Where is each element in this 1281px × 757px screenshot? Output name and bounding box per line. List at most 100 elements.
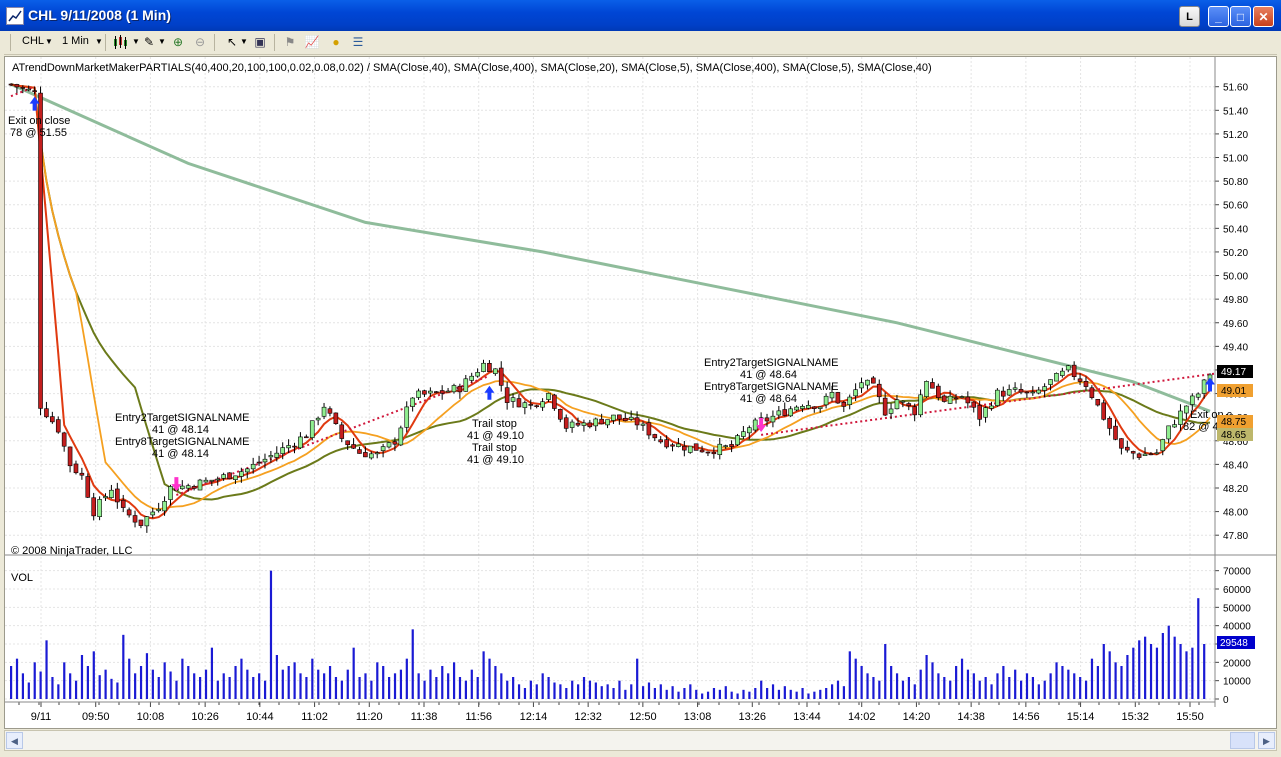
volume-bar (760, 680, 763, 699)
candle-body (79, 472, 85, 476)
volume-bar (895, 673, 899, 699)
instrument-selector[interactable]: CHL (22, 35, 44, 47)
strategies-icon[interactable]: ⚑ (282, 35, 298, 50)
chart-app-icon (6, 7, 24, 25)
volume-bar (110, 678, 113, 699)
volume-tick-label: 50000 (1223, 603, 1251, 614)
time-tick-label: 14:56 (1012, 711, 1040, 723)
volume-bar (925, 655, 928, 699)
close-button[interactable]: ✕ (1253, 6, 1274, 27)
volume-bar (423, 680, 426, 699)
candle-body (67, 446, 73, 467)
volume-bar (1126, 655, 1129, 699)
volume-bar (830, 684, 834, 699)
volume-bar (630, 684, 633, 699)
candle-body (14, 84, 20, 88)
volume-bar (488, 658, 491, 699)
candle-body (1130, 451, 1136, 454)
cursor-icon[interactable]: ↖ (224, 35, 240, 50)
candle-body (617, 414, 622, 420)
interval-selector[interactable]: 1 Min (62, 35, 89, 47)
indicator-header: ATrendDownMarketMakerPARTIALS(40,400,20,… (12, 62, 932, 74)
chart-grid (5, 57, 1215, 702)
candle-body (1189, 395, 1195, 405)
volume-bar (1138, 640, 1141, 699)
volume-bar (1073, 673, 1076, 699)
volume-bar (943, 677, 946, 699)
candle-body (575, 422, 581, 426)
volume-bar (139, 666, 143, 699)
volume-bar (535, 684, 538, 699)
volume-bar (972, 673, 975, 699)
volume-bar (949, 680, 952, 699)
volume-bar (358, 677, 361, 699)
candle-body (977, 404, 982, 420)
price-tick-label: 50.20 (1223, 248, 1248, 259)
pencil-icon[interactable]: ✎ (141, 35, 157, 50)
candle-body (333, 412, 339, 424)
draw-dropdown-icon[interactable]: ▼ (158, 37, 166, 46)
interval-dropdown-icon[interactable]: ▼ (95, 37, 103, 46)
scroll-thumb[interactable] (1230, 732, 1255, 749)
volume-bar (98, 675, 101, 699)
cursor-dropdown-icon[interactable]: ▼ (240, 37, 248, 46)
coin-icon[interactable]: ● (328, 35, 344, 50)
data-box-icon[interactable]: ▣ (252, 35, 268, 50)
volume-bar (376, 662, 379, 699)
time-tick-label: 10:44 (246, 711, 274, 723)
title-bar[interactable]: CHL 9/11/2008 (1 Min) L _ □ ✕ (0, 0, 1281, 31)
time-tick-label: 14:20 (903, 711, 931, 723)
exit-qty-label-2: 82 @ 4 (1183, 421, 1219, 433)
candle-body (670, 444, 675, 447)
candlestick-style-icon[interactable] (112, 35, 128, 50)
price-chart[interactable]: 51.60 51.40 51.20 51.00 50.80 50.60 50.40 50.20… (5, 57, 1276, 728)
volume-bar (447, 673, 450, 699)
zoom-out-icon[interactable]: ⊖ (192, 35, 208, 50)
candle-body (315, 417, 321, 421)
price-badge-sma40: 48.65 (1217, 428, 1253, 441)
time-tick-label: 15:32 (1122, 711, 1150, 723)
candle-body (528, 404, 534, 406)
candle-body (298, 436, 303, 449)
volume-bar (21, 673, 25, 699)
candle-body (829, 392, 835, 399)
volume-bar (1120, 666, 1123, 699)
volume-bar (618, 680, 621, 699)
volume-bar (718, 689, 721, 699)
volume-bar (1025, 673, 1029, 699)
candle-body (682, 445, 687, 451)
zoom-in-icon[interactable]: ⊕ (170, 35, 186, 50)
chart-style-dropdown-icon[interactable]: ▼ (132, 37, 140, 46)
candle-body (345, 440, 350, 446)
volume-bar (187, 666, 190, 699)
properties-icon[interactable]: ☰ (350, 35, 366, 50)
link-button[interactable]: L (1179, 6, 1200, 27)
instrument-dropdown-icon[interactable]: ▼ (45, 37, 53, 46)
candle-body (1166, 425, 1171, 440)
volume-bar (452, 662, 456, 699)
volume-bar (1008, 677, 1011, 699)
scroll-right-icon[interactable]: ▶ (1258, 732, 1275, 749)
candle-body (882, 397, 888, 416)
candle-body (770, 415, 776, 423)
candle-body (971, 401, 977, 408)
volume-bar (931, 662, 934, 699)
volume-bar (476, 677, 479, 699)
candle-body (959, 396, 965, 398)
candle-body (85, 476, 91, 498)
minimize-button[interactable]: _ (1208, 6, 1229, 27)
candle-body (876, 383, 882, 398)
candle-body (711, 451, 717, 455)
maximize-button[interactable]: □ (1230, 6, 1251, 27)
chart-area[interactable]: 51.60 51.40 51.20 51.00 50.80 50.60 50.40 50.20… (4, 56, 1277, 729)
scroll-left-icon[interactable]: ◀ (6, 732, 23, 749)
volume-bar (689, 684, 692, 699)
candle-body (835, 392, 841, 404)
candle-body (256, 461, 262, 464)
volume-bar (63, 662, 66, 699)
candle-body (900, 400, 906, 403)
horizontal-scrollbar[interactable]: ◀ ▶ (4, 730, 1277, 751)
candle-body (150, 511, 156, 516)
indicators-icon[interactable]: 📈 (304, 35, 320, 50)
price-tick-label: 50.40 (1223, 224, 1248, 235)
